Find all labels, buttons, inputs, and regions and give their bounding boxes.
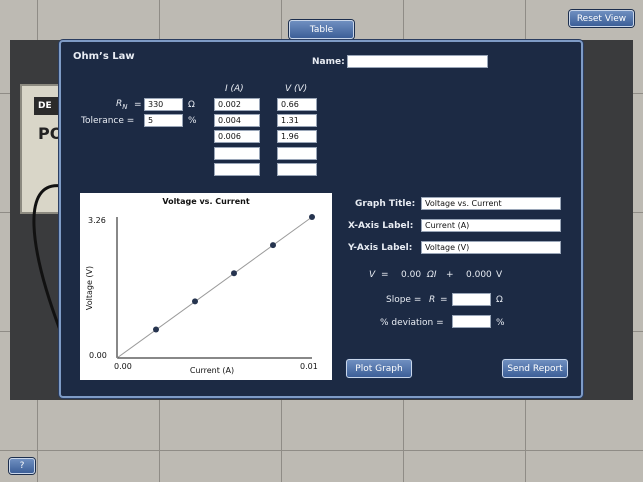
equation-intercept: 0.000 <box>466 270 492 280</box>
y-axis-label: Y-Axis Label: <box>348 243 413 253</box>
current-cell-4[interactable] <box>214 147 260 160</box>
equation-plus: + <box>446 270 454 280</box>
slope-label: Slope = <box>386 295 422 305</box>
data-point-2 <box>192 298 198 305</box>
voltage-cell-4[interactable] <box>277 147 317 160</box>
voltage-cell-3[interactable]: 1.96 <box>277 130 317 143</box>
chart-svg: Voltage vs. Current 3.26 0.00 0.00 0.01 … <box>85 197 318 375</box>
voltage-current-chart: Voltage vs. Current 3.26 0.00 0.00 0.01 … <box>80 193 332 380</box>
tolerance-input[interactable]: 5 <box>144 114 183 127</box>
name-label: Name: <box>312 57 345 67</box>
x-tick-min: 0.00 <box>114 362 132 371</box>
equation-unit: V <box>496 270 503 280</box>
rn-equals: = <box>134 100 142 110</box>
x-axis-label: X-Axis Label: <box>348 221 414 231</box>
x-axis-input[interactable]: Current (A) <box>421 219 561 232</box>
equation-equals: = <box>381 270 389 280</box>
table-tab[interactable]: Table <box>289 20 354 39</box>
data-point-1 <box>153 326 159 333</box>
current-cell-2[interactable]: 0.004 <box>214 114 260 127</box>
rn-label: RN <box>116 99 128 111</box>
graph-title-label: Graph Title: <box>355 199 416 209</box>
slope-input[interactable] <box>452 293 491 306</box>
y-tick-max: 3.26 <box>88 216 106 225</box>
voltage-cell-1[interactable]: 0.66 <box>277 98 317 111</box>
equation-omega-i: ΩI <box>427 270 437 280</box>
x-tick-max: 0.01 <box>300 362 318 371</box>
data-point-5 <box>309 214 315 220</box>
panel-title: Ohm’s Law <box>73 51 135 62</box>
slope-r: R <box>429 295 436 305</box>
x-axis-title: Current (A) <box>190 366 234 375</box>
y-axis-title: Voltage (V) <box>85 266 94 310</box>
current-cell-5[interactable] <box>214 163 260 176</box>
plot-graph-button[interactable]: Plot Graph <box>346 359 412 378</box>
data-point-4 <box>270 242 276 249</box>
fit-line <box>116 216 313 359</box>
deviation-unit: % <box>496 318 505 328</box>
rn-unit: Ω <box>188 100 195 110</box>
y-tick-min: 0.00 <box>89 351 107 360</box>
chart-title: Voltage vs. Current <box>162 197 250 206</box>
reset-view-button[interactable]: Reset View <box>569 10 634 27</box>
y-axis-input[interactable]: Voltage (V) <box>421 241 561 254</box>
name-input[interactable] <box>347 55 488 68</box>
current-column-header: I (A) <box>225 84 244 94</box>
voltage-column-header: V (V) <box>285 84 308 94</box>
help-button[interactable]: ? <box>9 458 35 474</box>
tolerance-unit: % <box>188 116 197 126</box>
slope-equals: = <box>440 295 448 305</box>
equation-v: V <box>369 270 376 280</box>
graph-title-input[interactable]: Voltage vs. Current <box>421 197 561 210</box>
equation-slope: 0.00 <box>401 270 422 280</box>
voltage-cell-2[interactable]: 1.31 <box>277 114 317 127</box>
slope-unit: Ω <box>496 295 503 305</box>
data-point-3 <box>231 270 237 277</box>
deviation-label: % deviation = <box>380 318 444 328</box>
voltage-cell-5[interactable] <box>277 163 317 176</box>
current-cell-3[interactable]: 0.006 <box>214 130 260 143</box>
current-cell-1[interactable]: 0.002 <box>214 98 260 111</box>
rn-input[interactable]: 330 <box>144 98 183 111</box>
deviation-input[interactable] <box>452 315 491 328</box>
send-report-button[interactable]: Send Report <box>502 359 568 378</box>
tolerance-label: Tolerance = <box>81 116 135 126</box>
